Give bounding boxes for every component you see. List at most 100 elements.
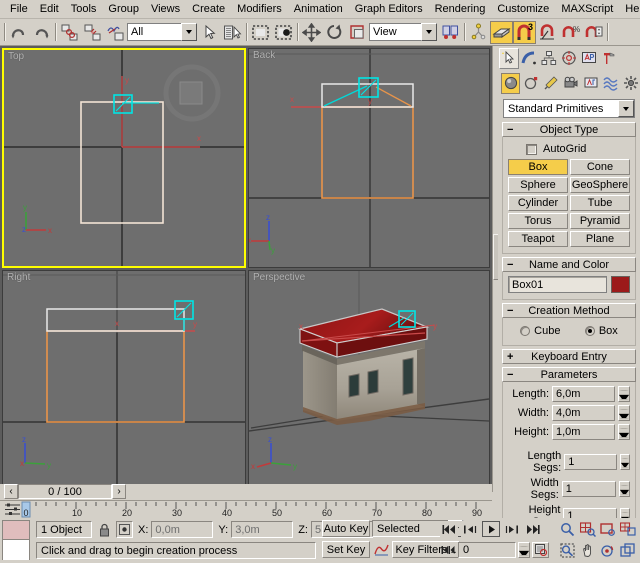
- set-key-button[interactable]: Set Key: [322, 541, 370, 558]
- menu-item-rendering[interactable]: Rendering: [429, 1, 492, 17]
- chevron-down-icon[interactable]: [618, 100, 634, 117]
- primitive-category-dropdown[interactable]: Standard Primitives: [503, 99, 635, 118]
- length-segs-input[interactable]: 1: [564, 454, 617, 470]
- selection-filter-combo[interactable]: All: [127, 23, 181, 41]
- current-frame-input[interactable]: 0: [458, 542, 516, 558]
- set-key-mode-curve-icon[interactable]: [372, 541, 390, 558]
- hierarchy-tab-icon[interactable]: [539, 48, 559, 69]
- snaps-toggle-icon[interactable]: 3: [513, 21, 536, 44]
- bind-to-space-warp-icon[interactable]: [104, 21, 127, 44]
- angle-snap-toggle-icon[interactable]: [536, 21, 559, 44]
- maximize-viewport-toggle-icon[interactable]: [618, 542, 637, 559]
- modify-tab-icon[interactable]: [519, 48, 539, 69]
- maxscript-mini-listener[interactable]: [2, 520, 30, 560]
- previous-frame-icon[interactable]: [461, 521, 479, 537]
- menu-item-maxscript[interactable]: MAXScript: [555, 1, 619, 17]
- viewport-top[interactable]: x y y x z: [2, 48, 246, 268]
- lights-icon[interactable]: [541, 73, 560, 94]
- menu-item-group[interactable]: Group: [102, 1, 145, 17]
- rectangular-selection-region-icon[interactable]: [249, 21, 272, 44]
- chevron-down-icon[interactable]: [181, 23, 197, 41]
- undo-icon[interactable]: [7, 21, 30, 44]
- absolute-relative-transform-icon[interactable]: [116, 521, 133, 538]
- viewport-perspective-canvas[interactable]: x y z x y: [249, 271, 489, 489]
- zoom-extents-all-icon[interactable]: [618, 521, 637, 538]
- menu-item-animation[interactable]: Animation: [288, 1, 349, 17]
- zoom-extents-icon[interactable]: [598, 521, 617, 538]
- viewport-top-canvas[interactable]: x y y x z: [4, 50, 244, 266]
- height-segs-input[interactable]: 1: [563, 508, 616, 518]
- zoom-icon[interactable]: [558, 521, 577, 538]
- object-type-plane-button[interactable]: Plane: [570, 231, 630, 247]
- menu-item-help[interactable]: Help: [619, 1, 640, 17]
- viewport-perspective[interactable]: x y z x y Perspective: [248, 270, 490, 490]
- shapes-icon[interactable]: [521, 73, 540, 94]
- object-type-torus-button[interactable]: Torus: [508, 213, 568, 229]
- length-input[interactable]: 6,0m: [552, 386, 615, 402]
- track-bar[interactable]: 0 102030 405060 708090: [0, 500, 492, 518]
- select-by-name-icon[interactable]: [221, 21, 244, 44]
- key-mode-toggle-icon[interactable]: [440, 542, 456, 558]
- zoom-all-icon[interactable]: [578, 521, 597, 538]
- rollout-object-type-header[interactable]: − Object Type: [502, 122, 636, 137]
- menu-item-tools[interactable]: Tools: [65, 1, 103, 17]
- frame-counter-display[interactable]: 0 / 100: [18, 484, 112, 499]
- go-to-end-icon[interactable]: [524, 521, 542, 537]
- viewport-back[interactable]: x y z: [248, 48, 490, 268]
- object-type-tube-button[interactable]: Tube: [570, 195, 630, 211]
- viewport-right[interactable]: x y z x y: [2, 270, 246, 490]
- height-input[interactable]: 1,0m: [552, 424, 615, 440]
- window-crossing-toggle-icon[interactable]: [272, 21, 295, 44]
- previous-frame-button[interactable]: ‹: [4, 484, 18, 499]
- object-type-box-button[interactable]: Box: [508, 159, 568, 175]
- menu-item-graph-editors[interactable]: Graph Editors: [349, 1, 429, 17]
- height-segs-spinner[interactable]: [620, 508, 630, 518]
- viewport-back-canvas[interactable]: x y z: [249, 49, 489, 267]
- object-type-sphere-button[interactable]: Sphere: [508, 177, 568, 193]
- y-coordinate-input[interactable]: 3,0m: [231, 521, 293, 538]
- use-pivot-point-center-icon[interactable]: [439, 21, 462, 44]
- menu-item-views[interactable]: Views: [145, 1, 186, 17]
- mini-listener-input[interactable]: [3, 540, 29, 560]
- auto-key-button[interactable]: Auto Key: [322, 520, 370, 537]
- creation-method-cube-option[interactable]: Cube: [520, 325, 560, 337]
- unlink-selection-icon[interactable]: [81, 21, 104, 44]
- current-frame-spinner[interactable]: [518, 542, 530, 558]
- helpers-icon[interactable]: [581, 73, 600, 94]
- object-type-cone-button[interactable]: Cone: [570, 159, 630, 175]
- percent-snap-toggle-icon[interactable]: %: [559, 21, 582, 44]
- create-tab-icon[interactable]: [499, 48, 519, 69]
- rollout-name-and-color-header[interactable]: − Name and Color: [502, 257, 636, 272]
- play-animation-icon[interactable]: [482, 521, 500, 537]
- field-of-view-icon[interactable]: [558, 542, 577, 559]
- menu-item-customize[interactable]: Customize: [491, 1, 555, 17]
- object-type-cylinder-button[interactable]: Cylinder: [508, 195, 568, 211]
- pan-icon[interactable]: [578, 542, 597, 559]
- object-name-input[interactable]: Box01: [508, 276, 607, 293]
- object-color-swatch[interactable]: [611, 276, 630, 293]
- mirror-selected-objects-icon[interactable]: [490, 21, 513, 44]
- geometry-icon[interactable]: [501, 73, 520, 94]
- height-spinner[interactable]: [618, 424, 630, 440]
- utilities-tab-icon[interactable]: [599, 48, 619, 69]
- length-spinner[interactable]: [618, 386, 630, 402]
- display-tab-icon[interactable]: [579, 48, 599, 69]
- select-and-move-icon[interactable]: [300, 21, 323, 44]
- manage-layers-icon[interactable]: [467, 21, 490, 44]
- next-frame-button[interactable]: ›: [112, 484, 126, 499]
- x-coordinate-input[interactable]: 0,0m: [151, 521, 213, 538]
- go-to-start-icon[interactable]: [440, 521, 458, 537]
- menu-item-modifiers[interactable]: Modifiers: [231, 1, 288, 17]
- systems-icon[interactable]: [621, 73, 640, 94]
- width-input[interactable]: 4,0m: [552, 405, 615, 421]
- arc-rotate-icon[interactable]: [598, 542, 617, 559]
- motion-tab-icon[interactable]: [559, 48, 579, 69]
- width-segs-spinner[interactable]: [619, 481, 630, 497]
- width-spinner[interactable]: [618, 405, 630, 421]
- lock-icon[interactable]: [95, 521, 113, 538]
- box-radio[interactable]: [585, 326, 595, 336]
- autogrid-checkbox[interactable]: [526, 144, 537, 155]
- select-and-rotate-icon[interactable]: [323, 21, 346, 44]
- object-type-geosphere-button[interactable]: GeoSphere: [570, 177, 630, 193]
- next-frame-icon[interactable]: [503, 521, 521, 537]
